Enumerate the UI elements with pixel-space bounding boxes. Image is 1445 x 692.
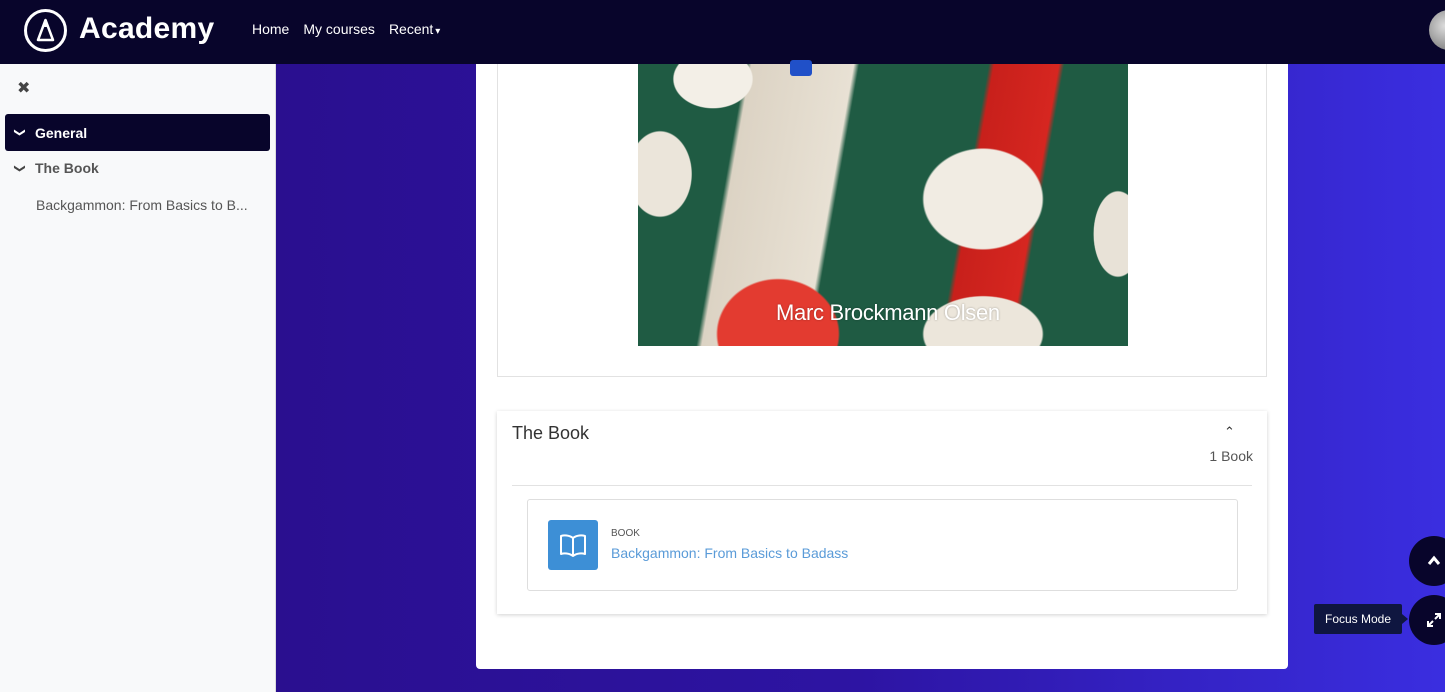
nav-my-courses-link[interactable]: My courses [303,21,375,37]
close-icon[interactable]: ✖ [17,78,30,98]
drawer-section-label: General [35,124,88,141]
chevron-up-icon[interactable]: ⌃ [1224,424,1235,440]
image-caption: Marc Brockmann Olsen [776,300,1000,325]
course-index-drawer: ✖ ❯ General ❯ The Book Backgammon: From … [0,64,276,692]
backgammon-image: Marc Brockmann Olsen [638,60,1128,346]
nav-home-link[interactable]: Home [252,21,289,37]
user-avatar[interactable] [1429,10,1445,50]
focus-mode-tooltip: Focus Mode [1314,604,1409,634]
activity-item: BOOK Backgammon: From Basics to Badass [527,499,1238,591]
divider [512,485,1252,486]
section-title[interactable]: The Book [512,423,589,444]
nav-recent-label: Recent [388,21,434,37]
chevron-up-icon [1427,555,1441,565]
chevron-down-icon[interactable]: ❯ [14,153,27,183]
activity-name-link[interactable]: Backgammon: From Basics to Badass [611,545,848,561]
section-the-book: The Book ⌃ 1 Book BOOK Backgammon: From … [497,411,1267,614]
expand-icon [1427,613,1441,627]
drawer-activity-link[interactable]: Backgammon: From Basics to B... [36,197,248,213]
drawer-section-general[interactable]: ❯ General [5,114,270,151]
top-navbar: Academy Home My courses Recent ▾ [0,0,1445,64]
course-content-card: Marc Brockmann Olsen The Book ⌃ 1 Book B… [476,60,1288,669]
nav-recent-dropdown[interactable]: Recent ▾ [389,21,440,37]
drawer-section-the-book[interactable]: ❯ The Book [5,152,270,184]
drawer-section-label: The Book [35,160,99,176]
primary-nav: Home My courses Recent ▾ [252,21,440,37]
brand-name[interactable]: Academy [79,12,215,46]
chevron-down-icon: ▾ [435,26,441,37]
section-summary: Marc Brockmann Olsen [497,60,1267,377]
dice-graphic [790,60,812,76]
activity-count: 1 Book [1209,448,1253,464]
academy-logo-icon[interactable] [24,9,67,52]
book-icon[interactable] [548,520,598,570]
activity-type-label: BOOK [611,528,640,539]
chevron-down-icon[interactable]: ❯ [14,118,27,148]
